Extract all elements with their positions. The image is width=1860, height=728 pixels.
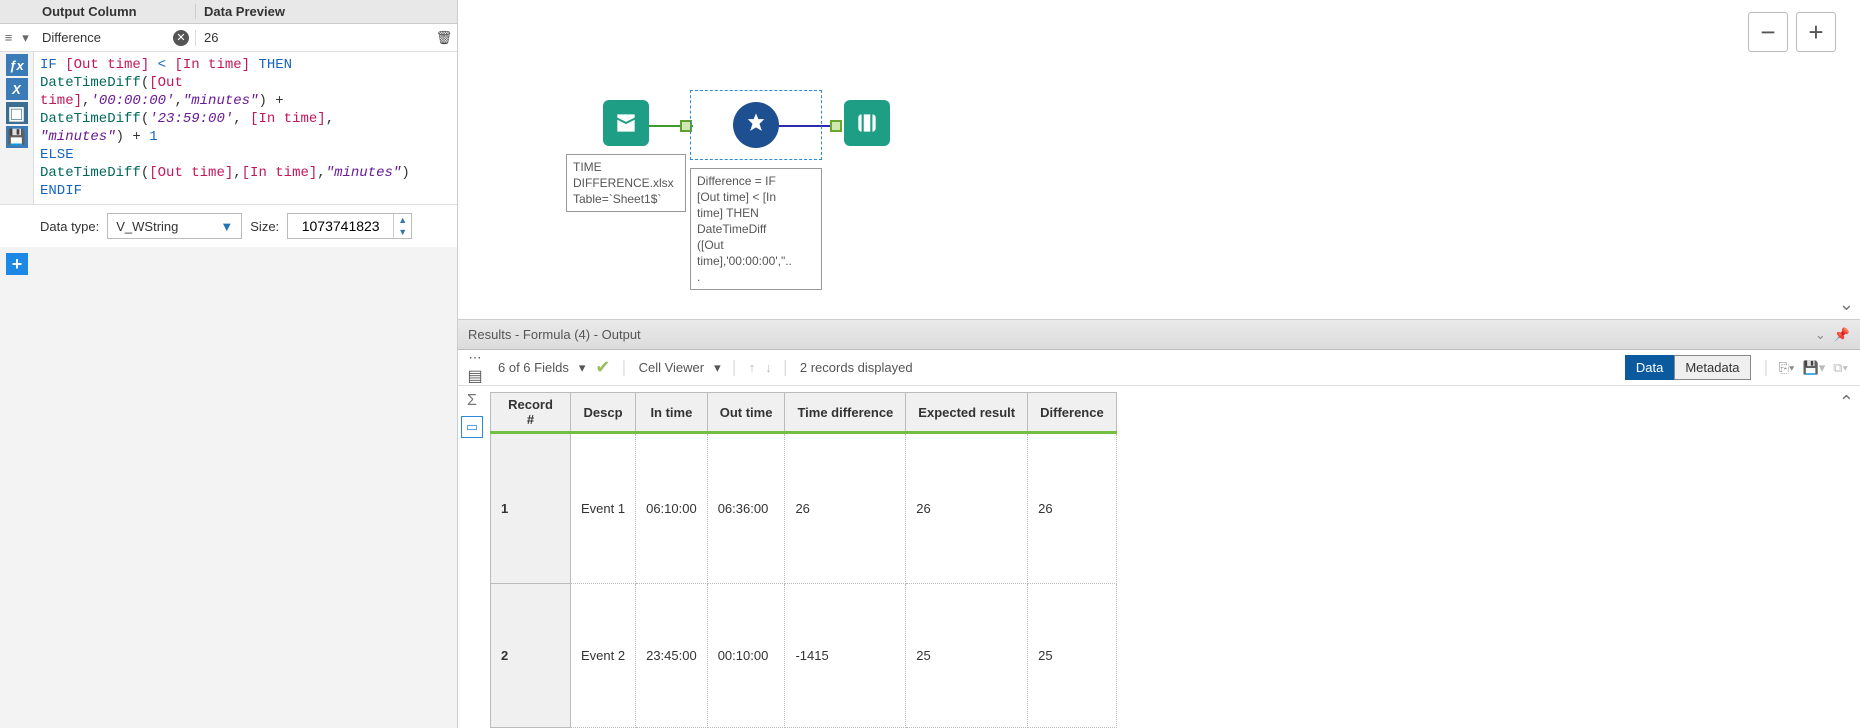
formula-textarea[interactable]: IF [Out time] < [In time] THENDateTimeDi… — [34, 52, 457, 204]
results-toolbar: ⋯ ▤ 6 of 6 Fields ▾ ✔ │ Cell Viewer ▾ │ … — [458, 350, 1860, 386]
folder-icon[interactable]: ▣ — [6, 102, 28, 124]
right-panel: − + TIME DIFFERENCE.xlsx Table=`Sheet1$` — [458, 0, 1860, 728]
datatype-select[interactable]: V_WString ▼ — [107, 213, 242, 239]
checkmark-icon[interactable]: ✔ — [595, 357, 610, 378]
column-header[interactable]: Descp — [571, 393, 636, 433]
output-column-row: ≡ ▾ Difference ✕ 26 🗑 — [0, 24, 457, 52]
results-title: Results - Formula (4) - Output — [468, 327, 641, 342]
table-cell[interactable]: 25 — [906, 583, 1028, 728]
formula-config-panel: Output Column Data Preview ≡ ▾ Differenc… — [0, 0, 458, 728]
layout-icon[interactable]: ▤ — [467, 366, 482, 386]
config-header: Output Column Data Preview — [0, 0, 457, 24]
header-output-column: Output Column — [34, 4, 196, 19]
sigma-icon[interactable]: Σ — [467, 392, 477, 410]
data-preview-value: 26 — [204, 30, 218, 45]
copy-icon[interactable]: ⎘▾ — [1779, 360, 1795, 376]
column-header[interactable]: Difference — [1028, 393, 1117, 433]
datatype-row: Data type: V_WString ▼ Size: ▲ ▼ — [0, 205, 457, 247]
size-value[interactable] — [288, 218, 393, 234]
input-data-tool[interactable]: TIME DIFFERENCE.xlsx Table=`Sheet1$` — [566, 100, 686, 212]
anchor-input-icon[interactable] — [830, 120, 842, 132]
spinner-down-icon[interactable]: ▼ — [393, 226, 411, 238]
editor-gutter: ƒx X ▣ 💾 — [0, 52, 34, 204]
table-cell[interactable]: 00:10:00 — [707, 583, 785, 728]
record-count: 2 records displayed — [800, 360, 913, 375]
fields-dropdown-icon[interactable]: ▾ — [579, 360, 586, 376]
input-data-icon — [603, 100, 649, 146]
table-cell[interactable]: 23:45:00 — [636, 583, 708, 728]
table-cell[interactable]: -1415 — [785, 583, 906, 728]
size-label: Size: — [250, 219, 279, 234]
scroll-down-icon[interactable]: ⌄ — [1839, 294, 1854, 315]
table-cell[interactable]: 06:36:00 — [707, 433, 785, 584]
table-cell[interactable]: 26 — [906, 433, 1028, 584]
browse-tool[interactable] — [842, 100, 892, 146]
output-column-input[interactable]: Difference ✕ — [34, 30, 196, 46]
popout-icon[interactable]: ⧉▾ — [1833, 360, 1848, 376]
metadata-tab[interactable]: Metadata — [1674, 355, 1750, 380]
header-data-preview: Data Preview — [196, 4, 457, 19]
clear-icon[interactable]: ✕ — [173, 30, 189, 46]
table-row[interactable]: 1Event 106:10:0006:36:00262626 — [491, 433, 1117, 584]
column-header[interactable]: Time difference — [785, 393, 906, 433]
table-row[interactable]: 2Event 223:45:0000:10:00-14152525 — [491, 583, 1117, 728]
formula-editor: ƒx X ▣ 💾 IF [Out time] < [In time] THEND… — [0, 52, 457, 205]
results-table[interactable]: Record #DescpIn timeOut timeTime differe… — [490, 392, 1117, 728]
results-side-icons: Σ ▭ — [458, 386, 486, 728]
table-view-icon[interactable]: ▭ — [461, 416, 483, 438]
collapse-icon[interactable]: ⌄ — [1815, 327, 1826, 343]
menu-icon[interactable]: ≡ — [0, 26, 17, 50]
delete-icon[interactable]: 🗑 — [431, 30, 457, 46]
variable-icon[interactable]: X — [6, 78, 28, 100]
workflow-canvas[interactable]: − + TIME DIFFERENCE.xlsx Table=`Sheet1$` — [458, 0, 1860, 320]
column-header[interactable]: Out time — [707, 393, 785, 433]
arrow-down-icon[interactable]: ↓ — [765, 360, 772, 375]
table-header-row: Record #DescpIn timeOut timeTime differe… — [491, 393, 1117, 433]
table-cell[interactable]: Event 1 — [571, 433, 636, 584]
spinner-up-icon[interactable]: ▲ — [393, 214, 411, 226]
results-titlebar: Results - Formula (4) - Output ⌄ 📌 — [458, 320, 1860, 350]
table-cell[interactable]: 1 — [491, 433, 571, 584]
browse-tool-icon — [844, 100, 890, 146]
datatype-value: V_WString — [116, 219, 178, 234]
dots-icon[interactable]: ⋯ — [469, 350, 482, 366]
cell-viewer-label[interactable]: Cell Viewer — [639, 360, 705, 375]
datatype-label: Data type: — [40, 219, 99, 234]
output-column-value: Difference — [42, 30, 173, 45]
fields-count: 6 of 6 Fields — [498, 360, 569, 375]
zoom-in-button[interactable]: + — [1796, 12, 1836, 52]
table-cell[interactable]: 25 — [1028, 583, 1117, 728]
table-cell[interactable]: 26 — [1028, 433, 1117, 584]
cell-viewer-dropdown-icon[interactable]: ▾ — [714, 360, 721, 376]
data-tab[interactable]: Data — [1625, 355, 1674, 380]
formula-tool-icon — [733, 102, 779, 148]
column-header[interactable]: Record # — [491, 393, 571, 433]
scroll-up-icon[interactable]: ⌃ — [1839, 392, 1854, 413]
table-cell[interactable]: 06:10:00 — [636, 433, 708, 584]
arrow-up-icon[interactable]: ↑ — [749, 360, 756, 375]
save-icon[interactable]: 💾 — [6, 126, 28, 148]
column-header[interactable]: In time — [636, 393, 708, 433]
table-cell[interactable]: 26 — [785, 433, 906, 584]
size-input[interactable]: ▲ ▼ — [287, 213, 412, 239]
expand-icon[interactable]: ▾ — [17, 26, 34, 50]
pin-icon[interactable]: 📌 — [1834, 327, 1850, 343]
column-header[interactable]: Expected result — [906, 393, 1028, 433]
add-expression-button[interactable]: + — [6, 253, 28, 275]
save-results-icon[interactable]: 💾▾ — [1803, 360, 1826, 376]
table-cell[interactable]: 2 — [491, 583, 571, 728]
input-tool-label: TIME DIFFERENCE.xlsx Table=`Sheet1$` — [566, 154, 686, 212]
formula-tool[interactable]: Difference = IF [Out time] < [In time] T… — [690, 90, 822, 290]
fx-icon[interactable]: ƒx — [6, 54, 28, 76]
formula-tool-label: Difference = IF [Out time] < [In time] T… — [690, 168, 822, 290]
table-cell[interactable]: Event 2 — [571, 583, 636, 728]
zoom-out-button[interactable]: − — [1748, 12, 1788, 52]
chevron-down-icon: ▼ — [220, 219, 233, 234]
